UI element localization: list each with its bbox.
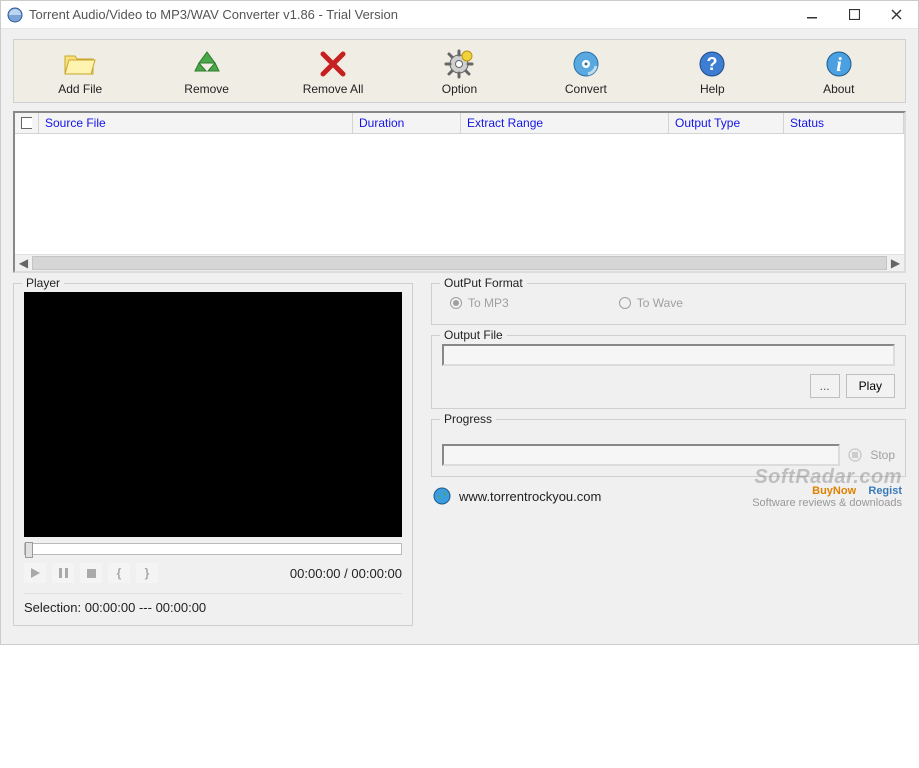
selection-label: Selection: — [24, 600, 81, 615]
add-file-label: Add File — [58, 82, 102, 96]
mark-start-button[interactable]: { — [108, 563, 130, 583]
register-link[interactable]: Regist — [868, 485, 902, 497]
radio-icon — [450, 297, 462, 309]
selection-display: Selection: 00:00:00 --- 00:00:00 — [24, 593, 402, 615]
disc-icon — [571, 48, 601, 80]
col-source-file[interactable]: Source File — [39, 113, 353, 133]
convert-button[interactable]: Convert — [523, 43, 649, 99]
selection-end: 00:00:00 — [156, 600, 207, 615]
to-wave-label: To Wave — [637, 296, 683, 310]
about-button[interactable]: i About — [776, 43, 902, 99]
play-button[interactable] — [24, 563, 46, 583]
gear-icon — [444, 48, 474, 80]
time-total: 00:00:00 — [351, 566, 402, 581]
remove-label: Remove — [184, 82, 229, 96]
scroll-thumb[interactable] — [32, 256, 887, 270]
select-all-checkbox[interactable] — [15, 113, 39, 133]
option-label: Option — [442, 82, 477, 96]
buynow-link[interactable]: BuyNow — [812, 485, 856, 497]
seek-thumb[interactable] — [25, 542, 33, 558]
progress-bar — [442, 444, 840, 466]
help-icon: ? — [697, 48, 727, 80]
globe-icon — [433, 487, 451, 505]
maximize-button[interactable] — [844, 5, 864, 25]
close-button[interactable] — [886, 5, 906, 25]
file-list-grid: Source File Duration Extract Range Outpu… — [13, 111, 906, 273]
titlebar: Torrent Audio/Video to MP3/WAV Converter… — [1, 1, 918, 29]
remove-all-label: Remove All — [303, 82, 364, 96]
time-display: 00:00:00 / 00:00:00 — [290, 566, 402, 581]
col-output-type[interactable]: Output Type — [669, 113, 784, 133]
stop-progress-button[interactable]: Stop — [870, 448, 895, 462]
svg-text:?: ? — [707, 54, 718, 74]
pause-icon — [59, 568, 68, 578]
footer: www.torrentrockyou.com SoftRadar.com Buy… — [431, 487, 906, 505]
info-icon: i — [824, 48, 854, 80]
grid-header: Source File Duration Extract Range Outpu… — [15, 113, 904, 134]
scroll-right-arrow[interactable]: ▶ — [887, 256, 904, 270]
output-file-legend: Output File — [440, 328, 507, 342]
svg-text:i: i — [836, 54, 842, 76]
folder-open-icon — [63, 48, 97, 80]
output-format-panel: OutPut Format To MP3 To Wave — [431, 283, 906, 325]
player-panel: Player { — [13, 283, 413, 626]
option-button[interactable]: Option — [396, 43, 522, 99]
play-icon — [31, 568, 40, 578]
scroll-track[interactable] — [32, 256, 887, 270]
col-duration[interactable]: Duration — [353, 113, 461, 133]
col-extract-range[interactable]: Extract Range — [461, 113, 669, 133]
scroll-left-arrow[interactable]: ◀ — [15, 256, 32, 270]
player-controls: { } 00:00:00 / 00:00:00 — [24, 563, 402, 583]
minimize-button[interactable] — [802, 5, 822, 25]
output-format-legend: OutPut Format — [440, 276, 527, 290]
mark-end-button[interactable]: } — [136, 563, 158, 583]
browse-button[interactable]: ... — [810, 374, 840, 398]
window-title: Torrent Audio/Video to MP3/WAV Converter… — [29, 7, 802, 22]
radio-icon — [619, 297, 631, 309]
horizontal-scrollbar[interactable]: ◀ ▶ — [15, 254, 904, 271]
window-controls — [802, 5, 906, 25]
x-icon — [319, 48, 347, 80]
stop-icon — [87, 569, 96, 578]
stop-playback-button[interactable] — [80, 563, 102, 583]
stop-progress-icon — [848, 447, 862, 463]
selection-start: 00:00:00 — [85, 600, 136, 615]
to-wave-radio[interactable]: To Wave — [619, 296, 683, 310]
col-status[interactable]: Status — [784, 113, 904, 133]
seek-slider[interactable] — [24, 543, 402, 555]
pause-button[interactable] — [52, 563, 74, 583]
recycle-icon — [192, 48, 222, 80]
progress-panel: Progress Stop — [431, 419, 906, 477]
player-video-area[interactable] — [24, 292, 402, 537]
add-file-button[interactable]: Add File — [17, 43, 143, 99]
to-mp3-radio[interactable]: To MP3 — [450, 296, 509, 310]
watermark-sub: Software reviews & downloads — [752, 497, 902, 509]
player-legend: Player — [22, 276, 64, 290]
main-toolbar: Add File Remove Remove All Option — [13, 39, 906, 103]
play-output-button[interactable]: Play — [846, 374, 895, 398]
remove-all-button[interactable]: Remove All — [270, 43, 396, 99]
application-window: Torrent Audio/Video to MP3/WAV Converter… — [0, 0, 919, 645]
output-file-panel: Output File ... Play — [431, 335, 906, 409]
help-button[interactable]: ? Help — [649, 43, 775, 99]
website-link[interactable]: www.torrentrockyou.com — [459, 489, 601, 504]
output-file-input[interactable] — [442, 344, 895, 366]
app-icon — [7, 7, 23, 23]
convert-label: Convert — [565, 82, 607, 96]
grid-body[interactable] — [15, 134, 904, 254]
remove-button[interactable]: Remove — [143, 43, 269, 99]
progress-legend: Progress — [440, 412, 496, 426]
help-label: Help — [700, 82, 725, 96]
to-mp3-label: To MP3 — [468, 296, 509, 310]
time-current: 00:00:00 — [290, 566, 341, 581]
about-label: About — [823, 82, 854, 96]
